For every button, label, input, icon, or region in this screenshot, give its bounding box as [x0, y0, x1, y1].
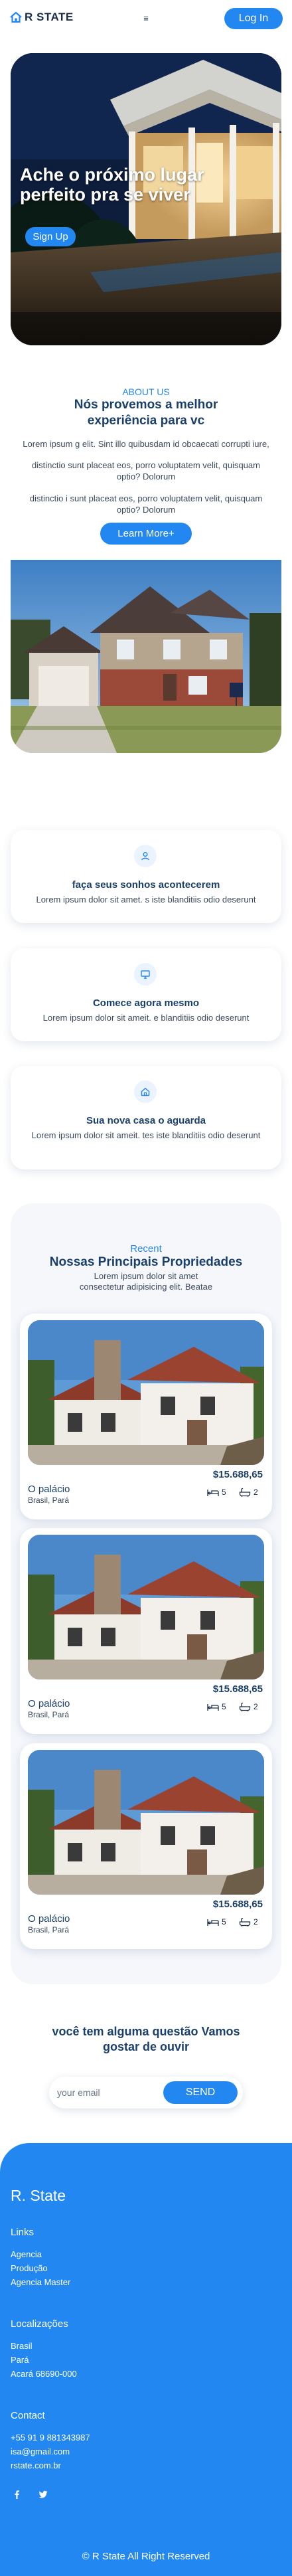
footer-phone: +55 91 9 881343987: [11, 2433, 90, 2443]
bed-icon: [207, 1704, 219, 1711]
about-house-image: [11, 560, 281, 753]
monitor-icon: [134, 963, 157, 986]
hero-title: Ache o próximo lugar perfeito pra se viv…: [20, 165, 204, 205]
site-footer: R. State Links Agencia Produção Agencia …: [0, 2143, 292, 2576]
feature-card: faça seus sonhos acontecerem Lorem ipsum…: [11, 830, 281, 923]
feature-card: Sua nova casa o aguarda Lorem ipsum dolo…: [11, 1066, 281, 1169]
menu-icon[interactable]: ≡: [140, 12, 152, 24]
property-location: Brasil, Pará: [28, 1496, 70, 1505]
footer-link[interactable]: Produção: [11, 2263, 48, 2273]
bed-icon: [207, 1490, 219, 1496]
bed-count-value: 5: [222, 1702, 226, 1711]
twitter-icon[interactable]: [37, 2488, 49, 2500]
footer-location: Acará 68690-000: [11, 2369, 77, 2379]
feature-title: Sua nova casa o aguarda: [86, 1115, 206, 1126]
user-icon: [134, 845, 157, 867]
properties-title: Nossas Principais Propriedades: [49, 1255, 243, 1269]
property-location: Brasil, Pará: [28, 1710, 70, 1719]
property-price: $15.688,65: [212, 1683, 263, 1695]
site-logo[interactable]: R STATE: [9, 11, 74, 24]
footer-location: Pará: [11, 2355, 29, 2365]
footer-link[interactable]: Agencia: [11, 2249, 42, 2259]
house-logo-icon: [10, 11, 22, 23]
bed-count: 5: [207, 1917, 226, 1927]
bath-count: 2: [239, 1488, 258, 1497]
footer-contact-heading: Contact: [11, 2410, 45, 2421]
about-paragraph: distinctio sunt placeat eos, porro volup…: [32, 460, 260, 481]
property-image: [28, 1535, 264, 1679]
property-card[interactable]: $15.688,65 O palácio Brasil, Pará 5 2: [20, 1528, 272, 1734]
property-image: [28, 1320, 264, 1465]
bath-icon: [239, 1917, 251, 1927]
contact-title: você tem alguma questão Vamos gostar de …: [52, 2025, 240, 2053]
bath-count: 2: [239, 1917, 258, 1927]
send-button[interactable]: SEND: [163, 2081, 238, 2104]
bed-count-value: 5: [222, 1917, 226, 1927]
bath-icon: [239, 1488, 251, 1497]
email-input[interactable]: [57, 2083, 163, 2103]
footer-brand: R. State: [11, 2187, 66, 2204]
feature-title: Comece agora mesmo: [92, 997, 200, 1009]
bed-count: 5: [207, 1488, 226, 1497]
property-price: $15.688,65: [212, 1469, 263, 1480]
property-card[interactable]: $15.688,65 O palácio Brasil, Pará 5 2: [20, 1314, 272, 1519]
about-paragraph: Lorem ipsum g elit. Sint illo quibusdam …: [23, 439, 269, 449]
properties-eyebrow: Recent: [130, 1243, 162, 1254]
site-header: R STATE ≡ Log In: [0, 0, 292, 37]
bath-count: 2: [239, 1702, 258, 1711]
home-icon: [134, 1080, 157, 1103]
about-paragraph: distinctio i sunt placeat eos, porro vol…: [29, 493, 263, 515]
properties-subtitle: Lorem ipsum dolor sit amet consectetur a…: [79, 1271, 213, 1292]
bath-icon: [239, 1702, 251, 1711]
about-eyebrow: ABOUT US: [122, 386, 170, 397]
copyright: © R State All Right Reserved: [82, 2551, 210, 2562]
property-card[interactable]: $15.688,65 O palácio Brasil, Pará 5 2: [20, 1743, 272, 1949]
feature-text: Lorem ipsum dolor sit ameit. e blanditii…: [42, 1013, 250, 1023]
footer-location: Brasil: [11, 2341, 33, 2351]
footer-locations-heading: Localizações: [11, 2318, 68, 2330]
bed-icon: [207, 1919, 219, 1926]
footer-links-heading: Links: [11, 2227, 35, 2238]
hero-banner: Ache o próximo lugar perfeito pra se viv…: [11, 53, 281, 345]
footer-email[interactable]: isa@gmail.com: [11, 2447, 70, 2456]
feature-title: faça seus sonhos acontecerem: [72, 879, 220, 891]
bath-count-value: 2: [254, 1488, 258, 1497]
learn-more-button[interactable]: Learn More+: [100, 523, 192, 545]
property-price: $15.688,65: [212, 1899, 263, 1910]
feature-text: Lorem ipsum dolor sit ameit. tes iste bl…: [31, 1130, 261, 1140]
feature-card: Comece agora mesmo Lorem ipsum dolor sit…: [11, 948, 281, 1041]
bath-count-value: 2: [254, 1917, 258, 1927]
logo-text: R STATE: [25, 11, 74, 23]
footer-website[interactable]: rstate.com.br: [11, 2460, 61, 2470]
feature-text: Lorem ipsum dolor sit amet. s iste bland…: [36, 895, 256, 904]
bed-count-value: 5: [222, 1488, 226, 1497]
property-location: Brasil, Pará: [28, 1925, 70, 1934]
property-image: [28, 1750, 264, 1895]
bath-count-value: 2: [254, 1702, 258, 1711]
property-name[interactable]: O palácio: [28, 1913, 70, 1925]
signup-button[interactable]: Sign Up: [25, 227, 76, 246]
about-title: Nós provemos a melhor experiência para v…: [74, 398, 218, 428]
property-name[interactable]: O palácio: [28, 1698, 70, 1709]
newsletter-form: SEND: [49, 2077, 243, 2108]
footer-link[interactable]: Agencia Master: [11, 2277, 70, 2287]
facebook-icon[interactable]: [11, 2488, 23, 2500]
property-name[interactable]: O palácio: [28, 1484, 70, 1495]
login-button[interactable]: Log In: [224, 8, 283, 29]
bed-count: 5: [207, 1702, 226, 1711]
